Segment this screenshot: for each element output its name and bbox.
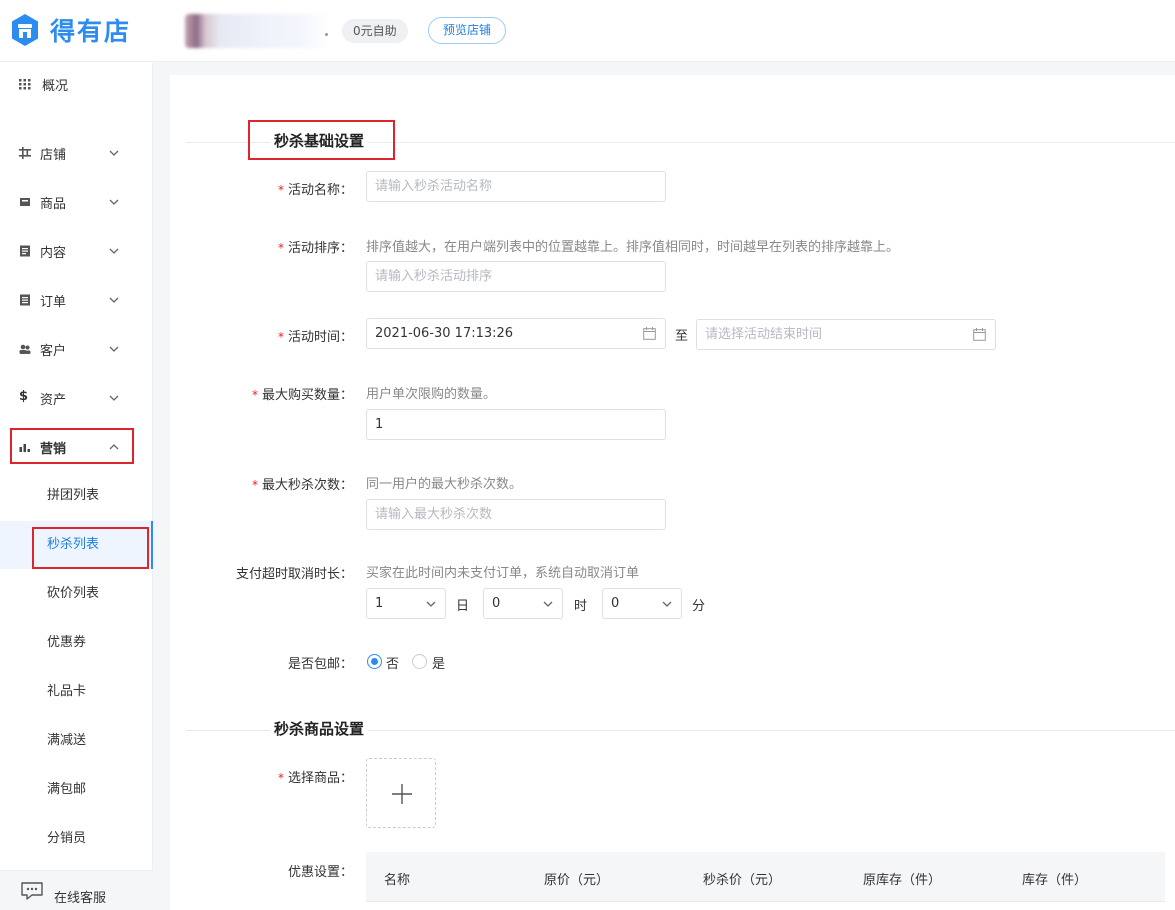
max-buy-input[interactable]: 1 bbox=[366, 409, 666, 440]
calendar-icon bbox=[973, 328, 986, 341]
goods-table-header: 名称 原价（元） 秒杀价（元） 原库存（件） 库存（件） bbox=[366, 852, 1165, 902]
self-service-badge: 0元自助 bbox=[342, 19, 408, 43]
sidebar-item-label: 订单 bbox=[40, 294, 67, 310]
timeout-day-select[interactable]: 1 bbox=[366, 588, 446, 619]
sidebar-item-goods[interactable]: 商品 bbox=[0, 187, 153, 217]
timeout-minute-value: 0 bbox=[611, 596, 620, 611]
sidebar-item-order[interactable]: 订单 bbox=[0, 285, 153, 315]
sidebar-item-label: 客户 bbox=[40, 343, 67, 359]
blur-dot bbox=[325, 33, 328, 36]
chevron-down-icon bbox=[662, 601, 672, 607]
activity-sort-label: * 活动排序： bbox=[277, 241, 353, 256]
top-header: 得有店 0元自助 预览店铺 bbox=[0, 0, 1175, 62]
section-title-goods: 秒杀商品设置 bbox=[270, 718, 369, 739]
goods-icon bbox=[20, 198, 30, 206]
day-unit: 日 bbox=[456, 599, 470, 614]
sidebar-subitem-gift-card[interactable]: 礼品卡 bbox=[0, 668, 153, 716]
sidebar-subitem-free-shipping[interactable]: 满包邮 bbox=[0, 766, 153, 814]
chat-icon bbox=[21, 882, 43, 900]
start-time-input[interactable]: 2021-06-30 17:13:26 bbox=[366, 318, 666, 349]
max-buy-hint: 用户单次限购的数量。 bbox=[366, 387, 497, 402]
content-icon bbox=[20, 245, 30, 257]
timeout-day-value: 1 bbox=[375, 596, 384, 611]
store-name-blurred bbox=[185, 14, 330, 48]
max-seckill-label: * 最大秒杀次数： bbox=[251, 478, 353, 493]
free-shipping-no-radio[interactable] bbox=[367, 654, 382, 669]
chevron-down-icon bbox=[109, 150, 119, 156]
sidebar-item-label: 商品 bbox=[40, 196, 67, 212]
sidebar-subitem-coupon[interactable]: 优惠券 bbox=[0, 619, 153, 667]
grid-icon bbox=[19, 79, 31, 90]
free-shipping-no-label: 否 bbox=[386, 657, 400, 672]
col-original-price: 原价（元） bbox=[544, 873, 610, 888]
sidebar-item-label: 内容 bbox=[40, 245, 67, 261]
timeout-hour-select[interactable]: 0 bbox=[483, 588, 563, 619]
sidebar-item-label: 资产 bbox=[40, 392, 67, 408]
col-original-stock: 原库存（件） bbox=[863, 873, 942, 888]
basic-section-highlight-box bbox=[248, 120, 395, 160]
timeout-hint: 买家在此时间内未支付订单，系统自动取消订单 bbox=[366, 566, 640, 581]
plus-icon bbox=[392, 784, 412, 804]
sidebar-item-overview[interactable]: 概况 bbox=[0, 69, 153, 99]
seckill-form-panel: 秒杀基础设置 * 活动名称： 请输入秒杀活动名称 * 活动排序： 排序值越大，在用户… bbox=[170, 75, 1175, 910]
online-service-label: 在线客服 bbox=[54, 891, 107, 906]
sidebar-item-label: 概况 bbox=[42, 78, 69, 94]
sidebar-item-assets[interactable]: $ 资产 bbox=[0, 383, 153, 413]
activity-name-input[interactable]: 请输入秒杀活动名称 bbox=[366, 171, 666, 202]
free-shipping-yes-label: 是 bbox=[432, 657, 446, 672]
sidebar-item-store[interactable]: 店铺 bbox=[0, 138, 153, 168]
select-goods-label: * 选择商品： bbox=[277, 771, 353, 786]
free-shipping-label: 是否包邮： bbox=[287, 657, 353, 672]
chevron-down-icon bbox=[109, 199, 119, 205]
brand-name: 得有店 bbox=[50, 17, 132, 46]
sidebar-subitem-bargain[interactable]: 砍价列表 bbox=[0, 570, 153, 618]
discount-label: 优惠设置： bbox=[287, 865, 353, 880]
online-service-button[interactable]: 在线客服 bbox=[0, 870, 153, 910]
chevron-down-icon bbox=[109, 395, 119, 401]
timeout-minute-select[interactable]: 0 bbox=[602, 588, 682, 619]
col-stock: 库存（件） bbox=[1022, 873, 1088, 888]
sidebar-item-customer[interactable]: 客户 bbox=[0, 334, 153, 364]
max-seckill-hint: 同一用户的最大秒杀次数。 bbox=[366, 477, 523, 492]
calendar-icon bbox=[643, 327, 656, 340]
max-seckill-input[interactable]: 请输入最大秒杀次数 bbox=[366, 499, 666, 530]
col-seckill-price: 秒杀价（元） bbox=[703, 873, 782, 888]
chevron-down-icon bbox=[109, 346, 119, 352]
order-icon bbox=[20, 294, 30, 306]
store-icon bbox=[19, 147, 31, 159]
timeout-hour-value: 0 bbox=[492, 596, 501, 611]
chevron-down-icon bbox=[109, 297, 119, 303]
preview-store-button[interactable]: 预览店铺 bbox=[428, 17, 507, 44]
free-shipping-yes-radio[interactable] bbox=[412, 654, 427, 669]
start-time-value: 2021-06-30 17:13:26 bbox=[375, 326, 514, 341]
end-time-input[interactable]: 请选择活动结束时间 bbox=[696, 319, 996, 350]
timeout-label: 支付超时取消时长： bbox=[235, 567, 353, 582]
minute-unit: 分 bbox=[692, 599, 706, 614]
activity-name-label: * 活动名称： bbox=[277, 183, 353, 198]
max-buy-label: * 最大购买数量： bbox=[251, 388, 353, 403]
chevron-down-icon bbox=[543, 601, 553, 607]
marketing-highlight-box bbox=[10, 428, 134, 464]
sidebar-item-label: 店铺 bbox=[40, 147, 67, 163]
sidebar: 概况 店铺 商品 内容 订单 客户 $ 资产 营销 拼团列表 秒杀列表 砍价列表… bbox=[0, 62, 153, 910]
seckill-highlight-box bbox=[32, 527, 149, 569]
customer-icon bbox=[19, 344, 31, 354]
end-time-placeholder: 请选择活动结束时间 bbox=[705, 327, 823, 342]
sidebar-item-content[interactable]: 内容 bbox=[0, 236, 153, 266]
activity-sort-hint: 排序值越大，在用户端列表中的位置越靠上。排序值相同时，时间越早在列表的排序越靠上… bbox=[366, 240, 900, 255]
col-name: 名称 bbox=[384, 873, 411, 888]
brand-logo[interactable]: 得有店 bbox=[10, 12, 131, 48]
time-separator: 至 bbox=[675, 329, 689, 344]
activity-sort-input[interactable]: 请输入秒杀活动排序 bbox=[366, 261, 666, 292]
dollar-icon: $ bbox=[19, 389, 29, 404]
chevron-down-icon bbox=[426, 601, 436, 607]
sidebar-subitem-full-reduction[interactable]: 满减送 bbox=[0, 717, 153, 765]
activity-time-label: * 活动时间： bbox=[277, 330, 353, 345]
sidebar-subitem-distributor[interactable]: 分销员 bbox=[0, 815, 153, 863]
chevron-down-icon bbox=[109, 248, 119, 254]
add-goods-button[interactable] bbox=[366, 758, 436, 828]
hour-unit: 时 bbox=[574, 599, 588, 614]
sidebar-subitem-group-buy[interactable]: 拼团列表 bbox=[0, 472, 153, 520]
shop-logo-icon bbox=[12, 14, 38, 46]
